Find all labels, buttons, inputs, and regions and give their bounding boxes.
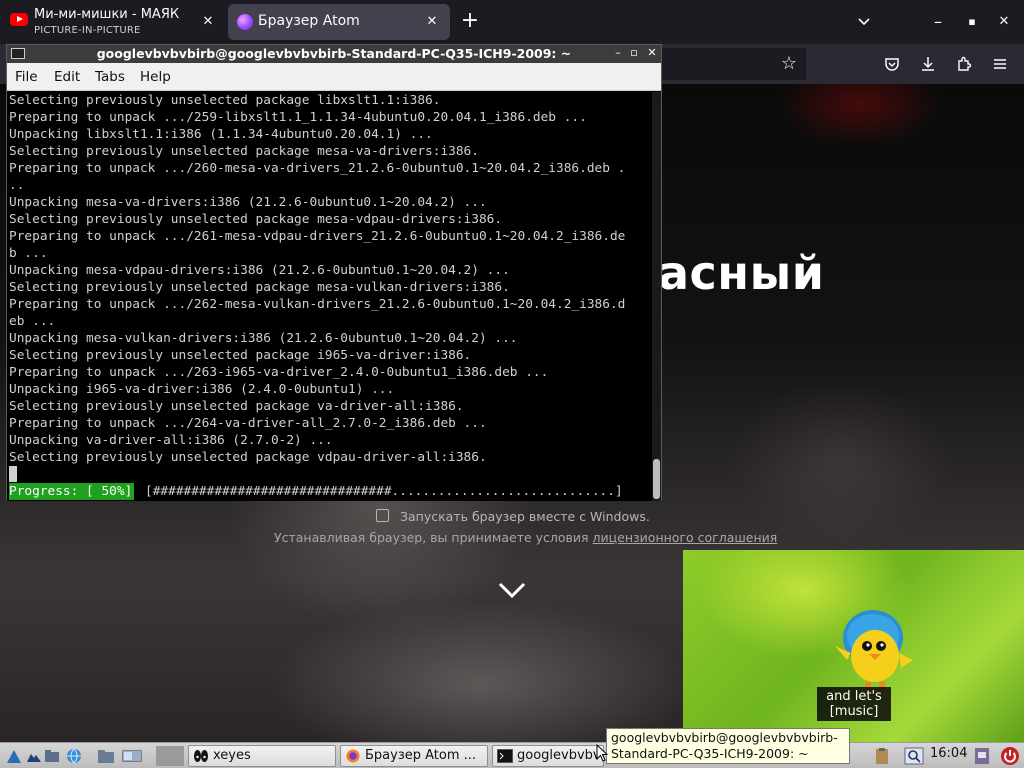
terminal-close-button[interactable]: ✕ (645, 46, 659, 60)
terminal-line: Preparing to unpack .../262-mesa-vulkan-… (9, 297, 626, 312)
desktop-switcher-icon[interactable] (122, 746, 142, 766)
license-notice: Устанавливая браузер, вы принимаете усло… (274, 530, 777, 545)
hero-heading: асный (658, 246, 825, 300)
xeyes-icon (194, 750, 208, 762)
tab-subtitle: PICTURE-IN-PICTURE (34, 25, 141, 36)
folder-icon[interactable] (96, 746, 116, 766)
menu-tabs[interactable]: Tabs (95, 69, 125, 85)
terminal-icon (497, 749, 513, 763)
task-terminal[interactable]: googlevbvbv (492, 745, 604, 767)
task-label: googlevbvbv (517, 748, 601, 763)
terminal-line: Preparing to unpack .../264-va-driver-al… (9, 416, 487, 431)
search-icon[interactable] (904, 746, 924, 766)
terminal-window[interactable]: googlevbvbvbirb@googlevbvbvbirb-Standard… (6, 44, 662, 501)
scroll-down-chevron-icon[interactable] (496, 578, 528, 602)
start-menu-icon[interactable] (4, 746, 24, 766)
minimize-button[interactable]: – (926, 10, 950, 34)
new-tab-button[interactable]: + (458, 10, 482, 34)
chevron-down-icon (858, 18, 870, 26)
terminal-line: Preparing to unpack .../259-libxslt1.1_1… (9, 110, 587, 125)
terminal-line: Unpacking libxslt1.1:i386 (1.1.34-4ubunt… (9, 127, 433, 142)
bookmark-star-icon[interactable]: ☆ (778, 53, 800, 75)
desktop-pager-2[interactable] (156, 746, 184, 766)
browser-tabstrip: Ми-ми-мишки - МАЯК - PICTURE-IN-PICTURE … (0, 0, 1024, 44)
terminal-line: Selecting previously unselected package … (9, 399, 464, 414)
pocket-icon[interactable] (880, 52, 904, 76)
lock-screen-icon[interactable] (972, 746, 992, 766)
task-label: Браузер Atom ... (365, 748, 477, 763)
terminal-scrollbar-thumb[interactable] (653, 459, 660, 499)
pip-video-window[interactable]: and let's [music] (683, 550, 1024, 742)
file-manager-icon[interactable] (42, 746, 62, 766)
list-all-tabs-button[interactable] (852, 10, 876, 34)
terminal-title: googlevbvbvbirb@googlevbvbvbirb-Standard… (96, 46, 572, 61)
close-window-button[interactable]: ✕ (992, 10, 1016, 34)
terminal-line: Unpacking mesa-vulkan-drivers:i386 (21.2… (9, 331, 518, 346)
tab-title: Браузер Atom (258, 13, 360, 29)
terminal-line: Selecting previously unselected package … (9, 212, 503, 227)
terminal-line: Selecting previously unselected package … (9, 144, 479, 159)
terminal-line: Selecting previously unselected package … (9, 280, 510, 295)
extensions-icon[interactable] (952, 52, 976, 76)
terminal-line: Preparing to unpack .../261-mesa-vdpau-d… (9, 229, 626, 244)
task-xeyes[interactable]: xeyes (188, 745, 336, 767)
close-tab-icon[interactable]: ✕ (424, 14, 440, 30)
autostart-label: Запускать браузер вместе с Windows. (400, 509, 650, 524)
terminal-output[interactable]: Selecting previously unselected package … (7, 92, 652, 501)
terminal-line: Unpacking mesa-va-drivers:i386 (21.2.6-0… (9, 195, 487, 210)
taskbar: xeyes Браузер Atom ... googlevbvbv 16:04 (0, 742, 1024, 768)
terminal-scrollbar[interactable] (652, 92, 661, 501)
autostart-checkbox[interactable] (376, 509, 389, 522)
hamburger-menu-icon[interactable] (988, 52, 1012, 76)
terminal-titlebar[interactable]: googlevbvbvbirb@googlevbvbvbirb-Standard… (7, 45, 661, 63)
menu-file[interactable]: File (15, 69, 38, 85)
taskbar-tooltip: googlevbvbvbirb@googlevbvbvbirb-Standard… (606, 728, 850, 764)
downloads-icon[interactable] (916, 52, 940, 76)
youtube-icon (10, 13, 28, 26)
terminal-line: Selecting previously unselected package … (9, 93, 441, 108)
atom-browser-icon (237, 14, 253, 30)
terminal-line: Unpacking i965-va-driver:i386 (2.4.0-0ub… (9, 382, 395, 397)
terminal-line: Preparing to unpack .../260-mesa-va-driv… (9, 161, 626, 176)
clipboard-icon[interactable] (872, 746, 892, 766)
tab-atom-browser[interactable]: Браузер Atom ✕ (228, 4, 450, 40)
clock: 16:04 (930, 746, 968, 761)
show-desktop-icon[interactable] (24, 746, 44, 766)
mouse-cursor-icon (596, 744, 608, 762)
terminal-cursor (9, 466, 17, 482)
tab-pip-video[interactable]: Ми-ми-мишки - МАЯК - PICTURE-IN-PICTURE … (2, 4, 222, 40)
terminal-line: Preparing to unpack .../263-i965-va-driv… (9, 365, 549, 380)
terminal-menubar: File Edit Tabs Help (7, 63, 661, 91)
web-browser-icon[interactable] (64, 746, 84, 766)
close-tab-icon[interactable]: ✕ (200, 14, 216, 30)
video-caption: and let's [music] (817, 687, 891, 721)
maximize-button[interactable]: ▪ (960, 10, 984, 34)
menu-edit[interactable]: Edit (54, 69, 80, 85)
tab-title: Ми-ми-мишки - МАЯК - (34, 7, 184, 22)
terminal-line: Unpacking va-driver-all:i386 (2.7.0-2) .… (9, 433, 333, 448)
progress-label: Progress: [ 50%] (9, 483, 135, 500)
terminal-maximize-button[interactable]: ▫ (627, 46, 641, 60)
task-label: xeyes (213, 748, 251, 763)
terminal-line: b ... (9, 246, 48, 261)
terminal-minimize-button[interactable]: – (611, 46, 625, 60)
terminal-line: eb ... (9, 314, 56, 329)
progress-bar: [###############################........… (145, 484, 623, 499)
power-icon[interactable] (1000, 746, 1020, 766)
menu-help[interactable]: Help (140, 69, 171, 85)
terminal-line: Selecting previously unselected package … (9, 450, 487, 465)
firefox-icon (346, 749, 360, 763)
task-atom-browser[interactable]: Браузер Atom ... (340, 745, 488, 767)
license-link[interactable]: лицензионного соглашения (593, 530, 778, 545)
terminal-line: Selecting previously unselected package … (9, 348, 472, 363)
cartoon-chick-character (835, 610, 913, 692)
terminal-line: .. (9, 178, 25, 193)
terminal-line: Unpacking mesa-vdpau-drivers:i386 (21.2.… (9, 263, 510, 278)
license-prefix: Устанавливая браузер, вы принимаете усло… (274, 530, 593, 545)
